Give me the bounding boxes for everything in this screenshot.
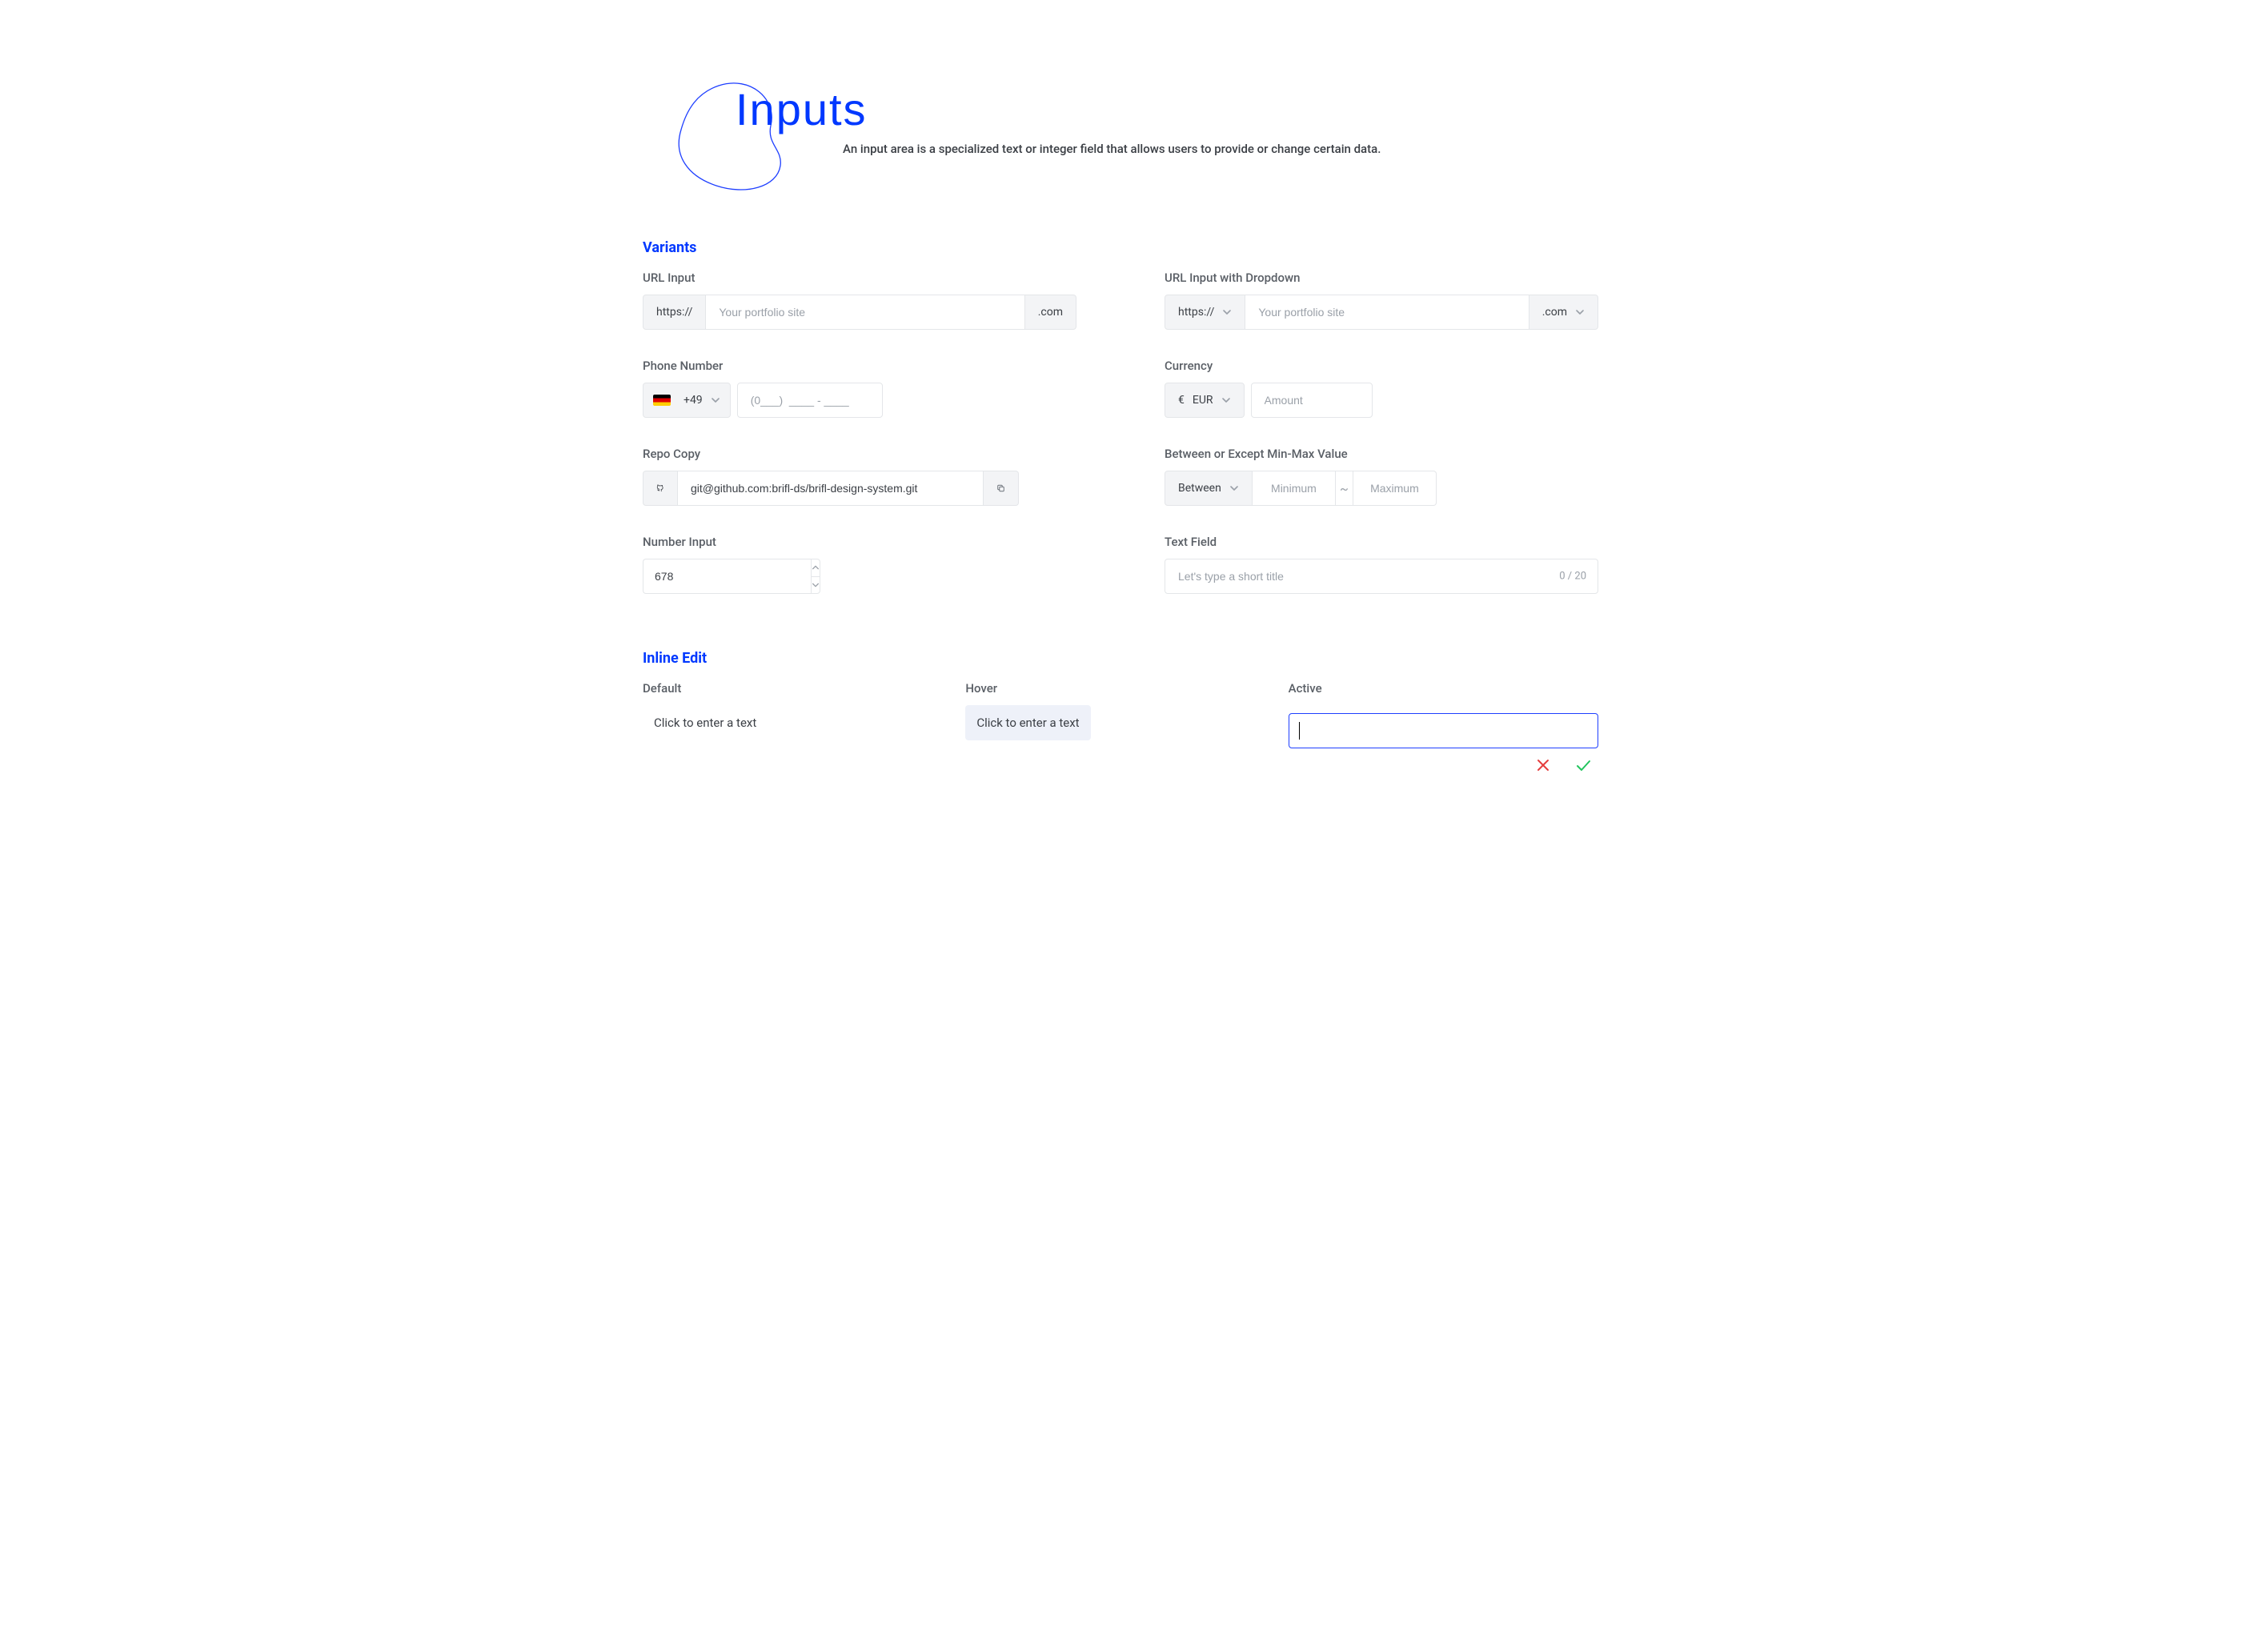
inline-state-hover: Hover Click to enter a text xyxy=(965,681,1275,774)
field-label: Currency xyxy=(1165,359,1598,373)
close-icon xyxy=(1535,757,1551,773)
inline-edit-hover[interactable]: Click to enter a text xyxy=(965,705,1090,740)
repo-input[interactable] xyxy=(678,471,983,505)
field-label: Text Field xyxy=(1165,535,1598,549)
state-label: Hover xyxy=(965,681,1275,696)
currency-input-wrap xyxy=(1251,383,1373,418)
currency-select[interactable]: € EUR xyxy=(1165,383,1245,418)
inline-edit-placeholder: Click to enter a text xyxy=(654,716,756,730)
chevron-down-icon xyxy=(812,581,820,589)
cancel-button[interactable] xyxy=(1534,756,1552,774)
url-suffix-addon: .com xyxy=(1025,295,1076,330)
copy-icon xyxy=(996,482,1005,495)
field-label: Phone Number xyxy=(643,359,1076,373)
url-input[interactable] xyxy=(1245,295,1528,329)
url-prefix-dropdown[interactable]: https:// xyxy=(1165,295,1245,330)
url-input[interactable] xyxy=(706,295,1024,329)
number-steppers xyxy=(811,559,820,594)
field-label: Number Input xyxy=(643,535,1076,549)
inline-edit-default[interactable]: Click to enter a text xyxy=(643,705,768,740)
field-currency: Currency € EUR xyxy=(1165,359,1598,418)
page-header: Inputs An input area is a specialized te… xyxy=(643,38,1598,204)
field-phone: Phone Number +49 xyxy=(643,359,1076,418)
field-text: Text Field 0 / 20 xyxy=(1165,535,1598,594)
minmax-mode-text: Between xyxy=(1178,482,1221,495)
phone-input-wrap xyxy=(737,383,883,418)
inline-edit-actions xyxy=(1289,756,1598,774)
text-input-wrap: 0 / 20 xyxy=(1165,559,1598,594)
chevron-down-icon xyxy=(1229,483,1239,493)
url-input-wrap xyxy=(706,295,1024,330)
field-url-dropdown: URL Input with Dropdown https:// .com xyxy=(1165,271,1598,330)
phone-country-select[interactable]: +49 xyxy=(643,383,731,418)
chevron-up-icon xyxy=(812,563,820,571)
inline-edit-active[interactable] xyxy=(1289,713,1598,748)
state-label: Default xyxy=(643,681,952,696)
inline-edit-placeholder: Click to enter a text xyxy=(976,716,1079,730)
text-caret xyxy=(1299,722,1300,740)
char-count: 0 / 20 xyxy=(1559,571,1586,583)
currency-input[interactable] xyxy=(1252,383,1372,417)
confirm-button[interactable] xyxy=(1574,756,1592,774)
page-title: Inputs xyxy=(736,83,1598,135)
number-input[interactable] xyxy=(643,559,811,594)
github-icon xyxy=(656,481,664,495)
inline-state-active: Active xyxy=(1289,681,1598,774)
state-label: Active xyxy=(1289,681,1598,696)
minmax-separator: ~ xyxy=(1336,471,1353,506)
step-down-button[interactable] xyxy=(812,576,820,594)
flag-de-icon xyxy=(653,395,671,406)
copy-button[interactable] xyxy=(984,471,1019,506)
currency-code: EUR xyxy=(1193,394,1213,407)
field-label: Between or Except Min-Max Value xyxy=(1165,447,1598,461)
minmax-mode-select[interactable]: Between xyxy=(1165,471,1253,506)
currency-symbol: € xyxy=(1178,394,1185,407)
url-prefix-text: https:// xyxy=(1178,306,1214,319)
repo-input-wrap xyxy=(678,471,984,506)
url-input-wrap xyxy=(1245,295,1529,330)
max-input[interactable] xyxy=(1353,471,1436,505)
inline-state-default: Default Click to enter a text xyxy=(643,681,952,774)
field-label: Repo Copy xyxy=(643,447,1076,461)
min-input[interactable] xyxy=(1253,471,1335,505)
step-up-button[interactable] xyxy=(812,559,820,576)
phone-input[interactable] xyxy=(738,383,882,417)
chevron-down-icon xyxy=(1575,307,1585,317)
field-number: Number Input xyxy=(643,535,1076,594)
field-label: URL Input xyxy=(643,271,1076,285)
max-input-wrap xyxy=(1353,471,1437,506)
section-heading-variants: Variants xyxy=(643,239,1598,256)
field-minmax: Between or Except Min-Max Value Between … xyxy=(1165,447,1598,506)
url-suffix-dropdown[interactable]: .com xyxy=(1529,295,1598,330)
section-heading-inline-edit: Inline Edit xyxy=(643,650,1598,667)
field-url-input: URL Input https:// .com xyxy=(643,271,1076,330)
check-icon xyxy=(1574,756,1592,774)
url-prefix-addon: https:// xyxy=(643,295,706,330)
chevron-down-icon xyxy=(1222,307,1232,317)
chevron-down-icon xyxy=(1221,395,1231,405)
page-subtitle: An input area is a specialized text or i… xyxy=(843,142,1598,156)
phone-country-code: +49 xyxy=(684,394,703,407)
github-addon xyxy=(643,471,678,506)
field-label: URL Input with Dropdown xyxy=(1165,271,1598,285)
url-suffix-text: .com xyxy=(1542,306,1567,319)
text-input[interactable] xyxy=(1165,559,1598,593)
min-input-wrap xyxy=(1253,471,1336,506)
field-repo-copy: Repo Copy xyxy=(643,447,1076,506)
chevron-down-icon xyxy=(711,395,720,405)
